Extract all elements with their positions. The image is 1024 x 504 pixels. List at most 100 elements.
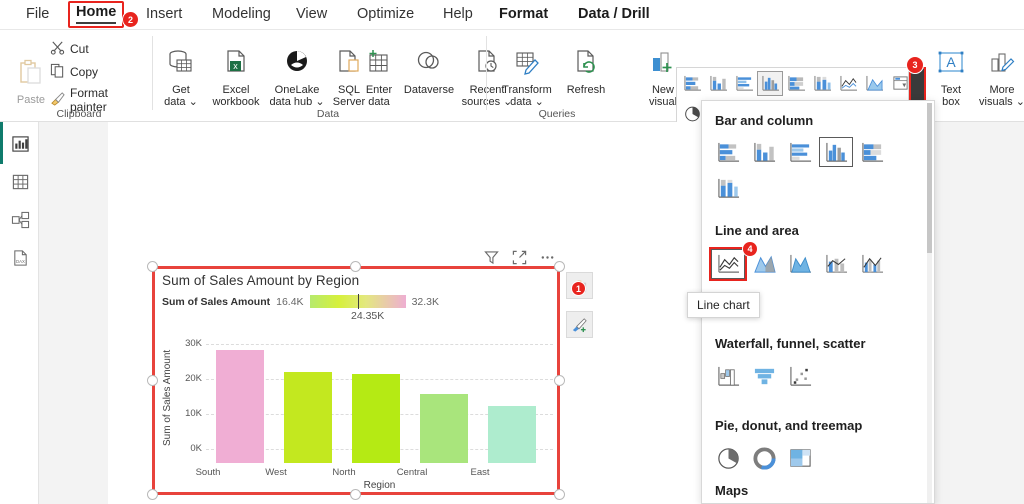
flyout-stacked-bar-chart[interactable] <box>711 137 745 167</box>
bar-central[interactable] <box>420 394 468 463</box>
sidebar-item-dax-query-view[interactable]: DAX <box>8 246 32 270</box>
format-visual-button[interactable] <box>566 311 593 338</box>
flyout-pie-chart[interactable] <box>711 443 745 473</box>
flyout-line-and-stacked-column-chart[interactable] <box>819 249 853 279</box>
paste-button[interactable]: Paste <box>8 58 54 106</box>
cut-button[interactable]: Cut <box>50 40 89 58</box>
chevron-down-icon[interactable]: ⌄ <box>186 96 198 108</box>
dataverse-icon <box>398 48 460 82</box>
legend-max-value: 32.3K <box>411 295 440 308</box>
excel-workbook-label-1: Excel <box>222 83 250 96</box>
flyout-waterfall-chart[interactable] <box>711 361 745 391</box>
enter-data-button[interactable]: Enter data <box>358 48 400 109</box>
chevron-down-icon-5[interactable]: ⌄ <box>1013 96 1024 108</box>
flyout-scrollbar-thumb[interactable] <box>927 103 932 253</box>
bar-north[interactable] <box>352 374 400 463</box>
line-chart-tooltip: Line chart <box>687 292 760 318</box>
tab-modeling[interactable]: Modeling <box>208 3 275 25</box>
flyout-100-stacked-column-chart[interactable] <box>711 173 745 203</box>
get-data-label-1: Get <box>172 83 190 96</box>
bar-west[interactable] <box>284 372 332 463</box>
paint-brush-icon <box>572 318 587 333</box>
sidebar-item-model-view[interactable] <box>8 208 32 232</box>
tab-home[interactable]: Home <box>68 1 125 28</box>
onelake-data-hub-button[interactable]: OneLake data hub ⌄ <box>268 48 326 109</box>
resize-handle-mr[interactable] <box>554 375 565 386</box>
tab-file[interactable]: File <box>22 3 53 25</box>
table-icon <box>12 174 28 190</box>
resize-handle-bc[interactable] <box>350 489 361 500</box>
tab-format[interactable]: Format <box>495 3 552 25</box>
clipboard-group-label: Clipboard <box>56 108 102 120</box>
text-box-icon: A <box>931 48 971 82</box>
legend-min-value: 16.4K <box>276 295 304 308</box>
gallery-100-stacked-bar-chart[interactable] <box>783 71 809 96</box>
resize-handle-tc[interactable] <box>350 261 361 272</box>
chevron-down-icon-4[interactable]: ⌄ <box>532 96 544 108</box>
text-box-button[interactable]: A Text box <box>931 48 971 109</box>
gallery-stacked-column-chart[interactable] <box>705 71 731 96</box>
gallery-100-stacked-column-chart[interactable] <box>809 71 835 96</box>
get-data-label-2: data <box>164 96 186 108</box>
tab-help[interactable]: Help <box>439 3 477 25</box>
gallery-area-chart[interactable] <box>861 71 887 96</box>
resize-handle-br[interactable] <box>554 489 565 500</box>
step-badge-4: 4 <box>742 241 758 257</box>
sidebar-item-table-view[interactable] <box>8 170 32 194</box>
flyout-line-and-clustered-column-chart[interactable] <box>855 249 889 279</box>
sidebar-item-report-view[interactable] <box>8 132 32 156</box>
resize-handle-tl[interactable] <box>147 261 158 272</box>
legend-title: Sum of Sales Amount <box>162 295 271 308</box>
transform-data-label-1: Transform <box>502 83 552 96</box>
flyout-donut-chart[interactable] <box>747 443 781 473</box>
flyout-stacked-column-chart[interactable] <box>747 137 781 167</box>
step-badge-1: 1 <box>571 281 586 296</box>
chevron-down-icon-2[interactable]: ⌄ <box>312 96 324 108</box>
tab-view[interactable]: View <box>292 3 331 25</box>
flyout-funnel-chart[interactable] <box>747 361 781 391</box>
bar-east[interactable] <box>488 406 536 463</box>
flyout-stacked-area-chart[interactable] <box>783 249 817 279</box>
flyout-clustered-bar-chart[interactable] <box>783 137 817 167</box>
gallery-line-chart[interactable] <box>835 71 861 96</box>
resize-handle-tr[interactable] <box>554 261 565 272</box>
flyout-heading-bar-and-column: Bar and column <box>715 113 814 128</box>
paste-label: Paste <box>16 93 46 106</box>
y-tick-20k: 20K <box>185 373 202 384</box>
flyout-scatter-chart[interactable] <box>783 361 817 391</box>
transform-data-button[interactable]: Transform data ⌄ <box>496 48 558 109</box>
flyout-line-chart[interactable] <box>709 247 747 281</box>
tab-home-label: Home <box>76 4 117 24</box>
resize-handle-ml[interactable] <box>147 375 158 386</box>
tab-data-drill[interactable]: Data / Drill <box>574 3 654 25</box>
flyout-treemap[interactable] <box>783 443 817 473</box>
onelake-label-1: OneLake <box>274 83 320 96</box>
refresh-button[interactable]: Refresh <box>560 48 612 96</box>
gridline-30k <box>206 344 553 345</box>
flyout-100-stacked-bar-chart[interactable] <box>855 137 889 167</box>
gallery-stacked-bar-chart[interactable] <box>679 71 705 96</box>
flyout-scrollbar[interactable] <box>927 103 932 503</box>
dax-icon: DAX <box>13 250 27 266</box>
database-icon <box>158 48 204 82</box>
gallery-clustered-column-chart[interactable] <box>757 71 783 96</box>
flyout-clustered-column-chart[interactable] <box>819 137 853 167</box>
resize-handle-bl[interactable] <box>147 489 158 500</box>
enter-data-label-2: data <box>368 96 390 108</box>
dataverse-button[interactable]: Dataverse <box>398 48 460 96</box>
data-group-label: Data <box>316 108 340 120</box>
y-axis-title: Sum of Sales Amount <box>162 349 173 446</box>
selected-visual[interactable]: Sum of Sales Amount by Region Sum of Sal… <box>152 266 560 495</box>
get-data-button[interactable]: Get data ⌄ <box>158 48 204 109</box>
bar-south[interactable] <box>216 350 264 463</box>
onelake-icon <box>268 48 326 82</box>
more-visuals-button[interactable]: More visuals ⌄ <box>974 48 1024 109</box>
tab-optimize[interactable]: Optimize <box>353 3 418 25</box>
flyout-heading-maps: Maps <box>715 483 749 498</box>
x-label-east: East <box>470 467 490 478</box>
excel-workbook-button[interactable]: x Excel workbook <box>206 48 266 109</box>
cut-label: Cut <box>70 42 89 56</box>
copy-button[interactable]: Copy <box>50 63 98 81</box>
gallery-clustered-bar-chart[interactable] <box>731 71 757 96</box>
tab-insert[interactable]: Insert <box>142 3 186 25</box>
